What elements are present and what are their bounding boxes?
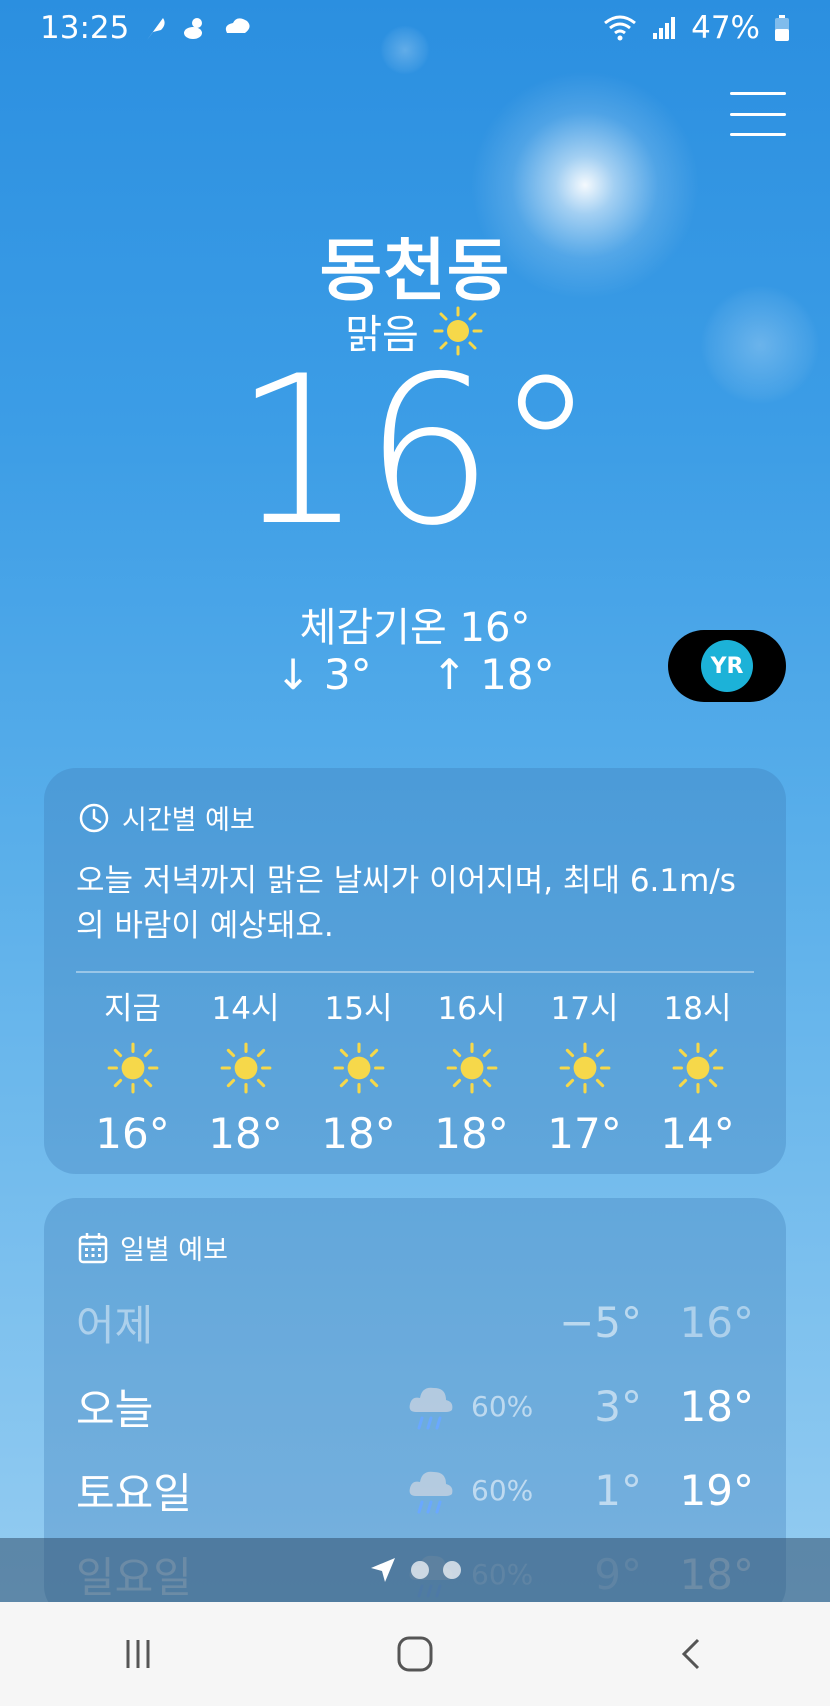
hourly-item: 14시 18°: [189, 985, 302, 1158]
day-label: 오늘: [76, 1384, 154, 1434]
status-time: 13:25: [40, 10, 130, 46]
menu-icon: [730, 92, 786, 95]
day-max-temp: 19°: [679, 1465, 754, 1515]
hour-label: 16시: [437, 990, 506, 1027]
day-label: 토요일: [76, 1468, 192, 1518]
status-bar: 13:25 47%: [0, 0, 830, 56]
hourly-title: 시간별 예보: [122, 805, 255, 836]
wifi-icon: [604, 15, 637, 41]
yr-logo-icon: YR: [701, 640, 753, 692]
hourly-item: 17시 17°: [528, 985, 641, 1158]
hourly-summary: 오늘 저녁까지 맑은 날씨가 이어지며, 최대 6.1m/s 의 바람이 예상돼…: [76, 863, 736, 944]
daily-row[interactable]: 오늘 60% 3° 18°: [76, 1368, 754, 1444]
hourly-item: 18시 14°: [641, 985, 754, 1158]
hour-label: 지금: [103, 990, 162, 1027]
bird-icon: [184, 18, 203, 39]
hour-temp: 17°: [547, 1108, 622, 1158]
rain-icon: [409, 1471, 453, 1514]
sun-icon: [220, 1042, 271, 1094]
hour-label: 14시: [211, 990, 280, 1027]
calendar-icon: [78, 1232, 108, 1263]
page-dot: [411, 1561, 429, 1579]
navigation-bar: [0, 1602, 830, 1706]
current-temperature: 16°: [233, 333, 597, 571]
hour-temp: 18°: [434, 1108, 509, 1158]
daily-title: 일별 예보: [120, 1235, 228, 1266]
back-button[interactable]: [632, 1614, 752, 1694]
hourly-list: 지금 16° 14시 18° 15시 18° 16시 18° 17시 17° 18시 14°: [44, 973, 786, 1158]
hourly-item: 16시 18°: [415, 985, 528, 1158]
yr-provider-button[interactable]: YR: [668, 630, 786, 702]
sun-icon: [672, 1042, 723, 1094]
hour-label: 18시: [663, 990, 732, 1027]
sun-icon: [333, 1042, 384, 1094]
daily-row[interactable]: 어제 −5° 16°: [76, 1284, 754, 1360]
sun-icon: [107, 1042, 158, 1094]
feather-icon: [147, 18, 165, 40]
day-min-temp: 3°: [594, 1381, 642, 1431]
hourly-header: 시간별 예보: [44, 768, 786, 837]
hour-temp: 18°: [321, 1108, 396, 1158]
hourly-item: 15시 18°: [302, 985, 415, 1158]
rain-icon: [409, 1387, 453, 1430]
recent-apps-button[interactable]: [78, 1614, 198, 1694]
clock-icon: [79, 803, 109, 832]
precip-chance: 60%: [471, 1389, 534, 1423]
sun-icon: [559, 1042, 610, 1094]
home-button[interactable]: [355, 1614, 475, 1694]
day-min-temp: 1°: [594, 1465, 642, 1515]
page-indicator[interactable]: [0, 1556, 830, 1584]
location-name: 동천동: [319, 232, 511, 311]
day-max-temp: 18°: [679, 1381, 754, 1431]
day-label: 어제: [76, 1300, 154, 1350]
daily-row[interactable]: 토요일 60% 1° 19°: [76, 1452, 754, 1528]
daily-header: 일별 예보: [44, 1198, 786, 1267]
day-max-temp: 16°: [679, 1297, 754, 1347]
hour-label: 15시: [324, 990, 393, 1027]
battery-icon: [775, 15, 789, 41]
precip-chance: 60%: [471, 1473, 534, 1507]
high-temp: ↑ 18°: [431, 650, 555, 699]
hour-temp: 14°: [660, 1108, 735, 1158]
hourly-forecast-card[interactable]: 시간별 예보 오늘 저녁까지 맑은 날씨가 이어지며, 최대 6.1m/s 의 …: [44, 768, 786, 1174]
signal-icon: [653, 17, 676, 39]
home-icon: [397, 1636, 433, 1672]
battery-percent: 47%: [691, 10, 760, 46]
hourly-item: 지금 16°: [76, 985, 189, 1158]
sun-icon: [446, 1042, 497, 1094]
hour-temp: 18°: [208, 1108, 283, 1158]
back-icon: [681, 1638, 699, 1670]
menu-button[interactable]: [730, 92, 786, 136]
page-dot: [443, 1561, 461, 1579]
current-location-icon: [371, 1558, 395, 1582]
recent-apps-icon: [126, 1640, 150, 1668]
hour-label: 17시: [550, 990, 619, 1027]
cloud-swirl-icon: [226, 18, 250, 33]
low-temp: ↓ 3°: [275, 650, 372, 699]
day-min-temp: −5°: [559, 1297, 642, 1347]
hour-temp: 16°: [95, 1108, 170, 1158]
